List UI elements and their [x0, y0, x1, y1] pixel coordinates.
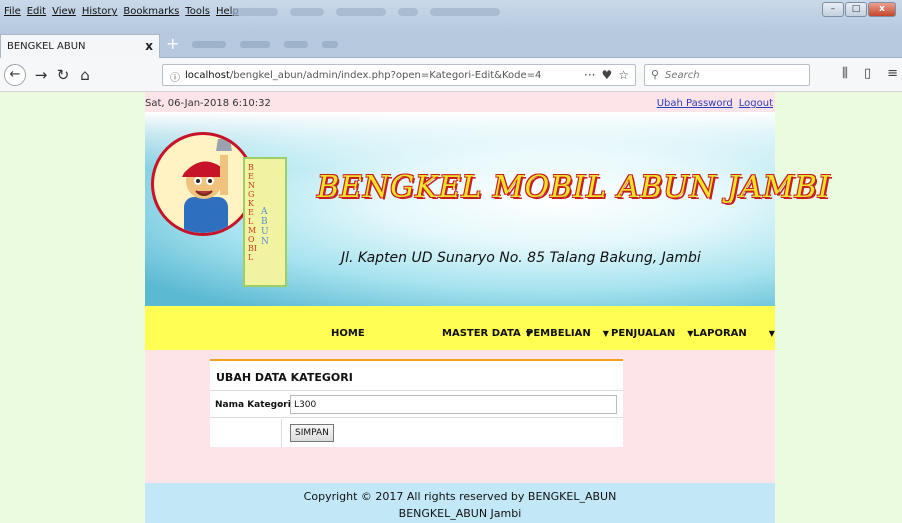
bookmark-star-icon[interactable]: ☆ — [618, 68, 629, 82]
tab-strip: BENGKEL ABUN x + — [0, 32, 902, 58]
current-datetime: Sat, 06-Jan-2018 6:10:32 — [145, 98, 271, 109]
empty-cell — [210, 419, 282, 447]
browser-toolbar: ← → ↻ ⌂ ⓘ localhost/bengkel_abun/admin/i… — [0, 58, 902, 92]
window-controls: – □ x — [822, 2, 896, 17]
menu-tools[interactable]: Tools — [185, 6, 210, 17]
reload-icon[interactable]: ↻ — [52, 64, 74, 86]
minimize-button[interactable]: – — [822, 2, 844, 17]
menu-history[interactable]: History — [82, 6, 118, 17]
address-bar-actions: ··· ♥ ☆ — [584, 68, 629, 82]
page-actions-icon[interactable]: ··· — [584, 68, 595, 82]
pocket-icon[interactable]: ♥ — [601, 68, 612, 82]
label-colon: : — [278, 400, 282, 410]
forward-arrow-icon[interactable]: → — [30, 64, 52, 86]
new-tab-icon[interactable]: + — [166, 36, 179, 52]
logout-link[interactable]: Logout — [739, 98, 773, 109]
search-input[interactable] — [665, 67, 805, 83]
menu-view[interactable]: View — [52, 6, 76, 17]
copyright-text: Copyright © 2017 All rights reserved by … — [303, 490, 617, 503]
search-icon: ⚲ — [651, 68, 660, 81]
home-icon[interactable]: ⌂ — [74, 64, 96, 86]
form-row-category: Nama Kategori : — [210, 392, 623, 418]
back-arrow-icon[interactable]: ← — [4, 64, 26, 86]
edit-category-form: UBAH DATA KATEGORI Nama Kategori : SIMPA… — [210, 359, 623, 447]
banner-title: BENGKEL MOBIL ABUN JAMBI — [317, 170, 831, 205]
close-window-button[interactable]: x — [868, 2, 896, 17]
blurred-titlebar-text — [232, 8, 500, 16]
tab-title: BENGKEL ABUN — [7, 41, 86, 52]
chevron-down-icon: ▼ — [768, 329, 775, 338]
form-heading: UBAH DATA KATEGORI — [216, 371, 353, 384]
page-footer: Copyright © 2017 All rights reserved by … — [145, 483, 775, 523]
blurred-tab-titles — [192, 41, 338, 48]
category-name-input[interactable] — [290, 395, 617, 414]
menu-list: File Edit View History Bookmarks Tools H… — [4, 6, 239, 17]
menu-bookmarks[interactable]: Bookmarks — [123, 6, 179, 17]
top-info-bar: Sat, 06-Jan-2018 6:10:32 Ubah Password L… — [145, 92, 775, 112]
menu-file[interactable]: File — [4, 6, 21, 17]
maximize-button[interactable]: □ — [845, 2, 867, 17]
sidebar-icon[interactable]: ▯ — [864, 66, 871, 81]
logo-sign: BENGKEL MOBIL ABUN — [243, 157, 287, 287]
menu-pembelian[interactable]: PEMBELIAN ▼ — [526, 328, 609, 339]
toolbar-right-actions: ⫼ ▯ ≡ — [842, 66, 898, 81]
sign-text-line1: BENGKEL MOBIL — [248, 163, 258, 262]
menu-master-data[interactable]: MASTER DATA ▼ — [442, 328, 532, 339]
mechanic-logo — [151, 132, 255, 236]
change-password-link[interactable]: Ubah Password — [657, 98, 733, 109]
footer-company: BENGKEL_ABUN Jambi — [398, 507, 522, 520]
hamburger-menu-icon[interactable]: ≡ — [887, 66, 898, 81]
tab-close-icon[interactable]: x — [145, 39, 153, 53]
header-banner: BENGKEL MOBIL ABUN BENGKEL MOBIL ABUN JA… — [145, 112, 830, 306]
site-info-icon[interactable]: ⓘ — [170, 69, 180, 84]
menu-home[interactable]: HOME — [331, 328, 365, 339]
page-container: Sat, 06-Jan-2018 6:10:32 Ubah Password L… — [145, 92, 830, 523]
address-bar[interactable]: ⓘ localhost/bengkel_abun/admin/index.php… — [162, 64, 636, 86]
menu-laporan[interactable]: LAPORAN ▼ — [693, 328, 775, 339]
chevron-down-icon: ▼ — [602, 329, 609, 338]
main-menu: HOME MASTER DATA ▼ PEMBELIAN ▼ PENJUALAN ▼ … — [145, 306, 775, 350]
tab-bengkel-abun[interactable]: BENGKEL ABUN x — [0, 34, 160, 58]
form-row-actions: SIMPAN — [210, 419, 623, 447]
form-header: UBAH DATA KATEGORI — [210, 361, 623, 391]
sign-text-line2: ABUN — [261, 207, 269, 247]
account-links: Ubah Password Logout — [657, 98, 773, 109]
banner-address: Jl. Kapten UD Sunaryo No. 85 Talang Baku… — [341, 250, 701, 266]
url-text[interactable]: localhost/bengkel_abun/admin/index.php?o… — [185, 70, 541, 81]
save-button[interactable]: SIMPAN — [290, 424, 334, 442]
menu-edit[interactable]: Edit — [27, 6, 46, 17]
browser-menubar: File Edit View History Bookmarks Tools H… — [0, 0, 902, 32]
library-icon[interactable]: ⫼ — [842, 66, 848, 81]
search-box[interactable]: ⚲ — [644, 64, 810, 86]
menu-penjualan[interactable]: PENJUALAN ▼ — [611, 328, 693, 339]
